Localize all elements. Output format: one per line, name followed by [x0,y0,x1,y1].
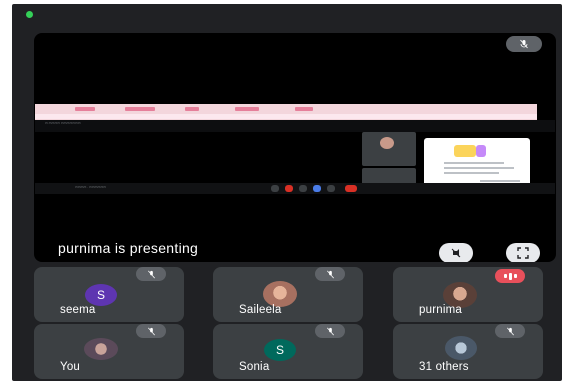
shared-screen-content: ▭ ▭▭▭▭ ▭▭▭▭▭▭▭ ▭▭▭▭ · ▭▭▭▭▭▭ [34,104,556,194]
mic-off-icon [136,324,166,338]
participant-name: seema [60,304,96,316]
participant-name: You [60,361,81,373]
participant-name: Saileela [239,304,282,316]
participant-name: 31 others [419,361,469,373]
participant-tile[interactable]: purnima [393,267,543,322]
shared-header-bar: ▭ ▭▭▭▭ ▭▭▭▭▭▭▭ [35,120,555,132]
fullscreen-button[interactable] [506,243,540,262]
mic-off-icon [136,267,166,281]
shared-browser-tabs [35,104,537,120]
mini-popup-card [424,138,530,188]
presentation-stage[interactable]: ▭ ▭▭▭▭ ▭▭▭▭▭▭▭ ▭▭▭▭ · ▭▭▭▭▭▭ purnima is … [34,33,556,262]
avatar: S [264,339,296,361]
avatar: S [85,284,117,306]
shared-controls-bar: ▭▭▭▭ · ▭▭▭▭▭▭ [35,183,555,194]
unpin-button[interactable] [439,243,473,262]
speaking-indicator-icon [495,269,525,283]
participant-tile[interactable]: S seema [34,267,184,322]
participant-name: Sonia [239,361,270,373]
mic-off-icon [315,324,345,338]
avatar [445,336,477,360]
participant-tile[interactable]: 31 others [393,324,543,379]
participant-tile[interactable]: You [34,324,184,379]
participant-tile[interactable]: Saileela [213,267,363,322]
avatar [84,338,118,360]
status-indicator [26,11,33,18]
presenting-label: purnima is presenting [58,240,199,256]
participant-tile[interactable]: S Sonia [213,324,363,379]
mini-participant-tile [362,132,416,166]
mic-off-icon [506,36,542,52]
participant-name: purnima [419,304,462,316]
mic-off-icon [315,267,345,281]
mic-off-icon [495,324,525,338]
